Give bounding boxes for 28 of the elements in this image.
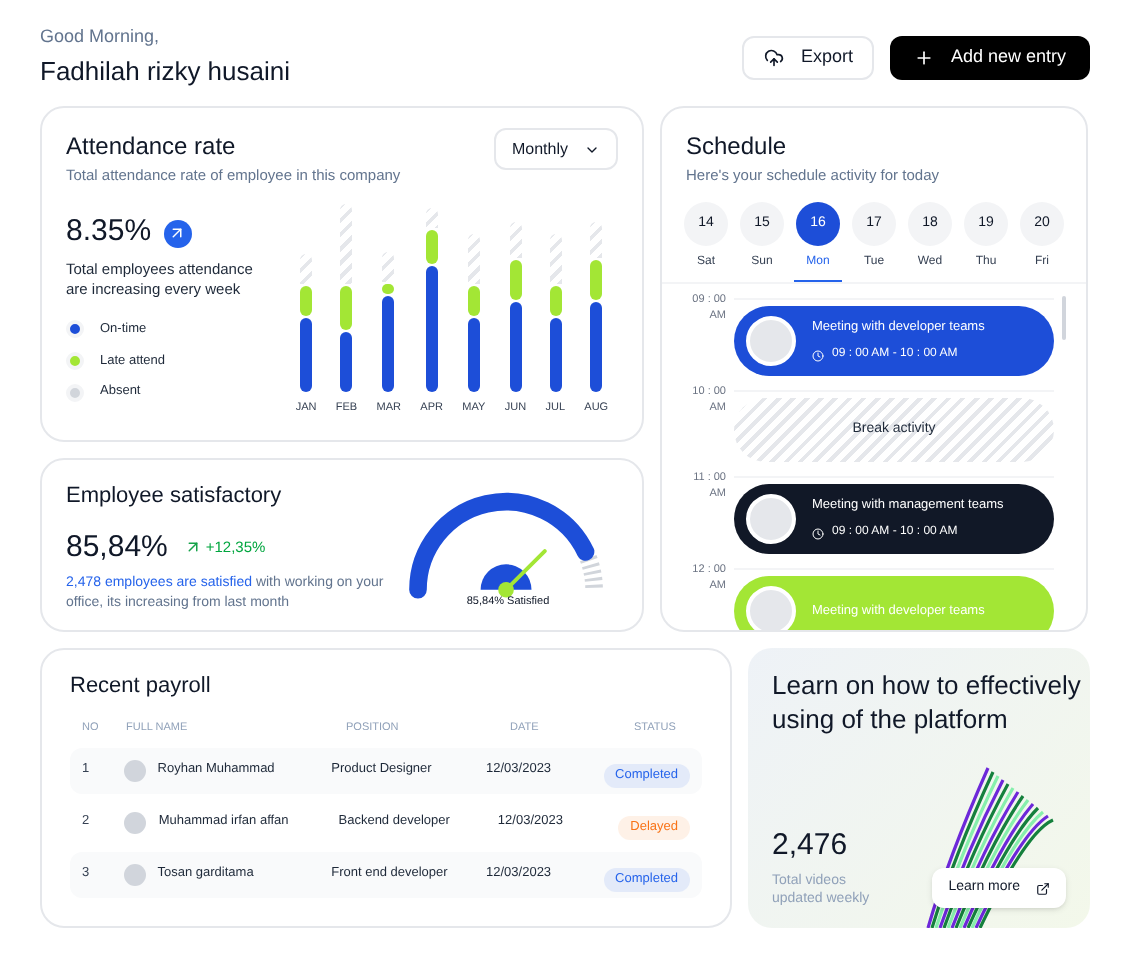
attendance-rate: 8.35% [66,212,152,253]
attendance-bar [382,251,395,392]
card-title: Recent payroll [70,672,213,702]
user-name: Fadhilah rizky husaini [40,53,291,90]
cloud-upload-icon [764,47,785,67]
external-link-icon [1036,881,1050,895]
plus-icon [914,47,935,67]
greeting-text: Good Morning, [40,24,162,50]
clock-icon [812,349,824,362]
card-title: Attendance rate [66,130,238,164]
promo-title: Learn on how to effectively using of the platform [772,668,1082,736]
export-button[interactable]: Export [742,35,875,79]
add-entry-button[interactable]: Add new entry [890,35,1090,79]
clock-icon [812,527,824,540]
avatar [746,494,796,545]
avatar [746,316,796,367]
attendance-bar [300,253,313,392]
card-title: Schedule [686,130,789,164]
trend-up-icon [183,538,202,557]
satisfaction-value: 85,84% [66,527,168,567]
period-dropdown[interactable]: Monthly [493,128,618,170]
trend-up-icon [163,219,192,247]
video-count: 2,476 [772,825,850,865]
card-title: Employee satisfactory [66,482,284,512]
avatar [124,811,147,834]
scrollbar-thumb[interactable] [1062,296,1066,341]
avatar [123,759,146,782]
avatar [123,863,146,886]
